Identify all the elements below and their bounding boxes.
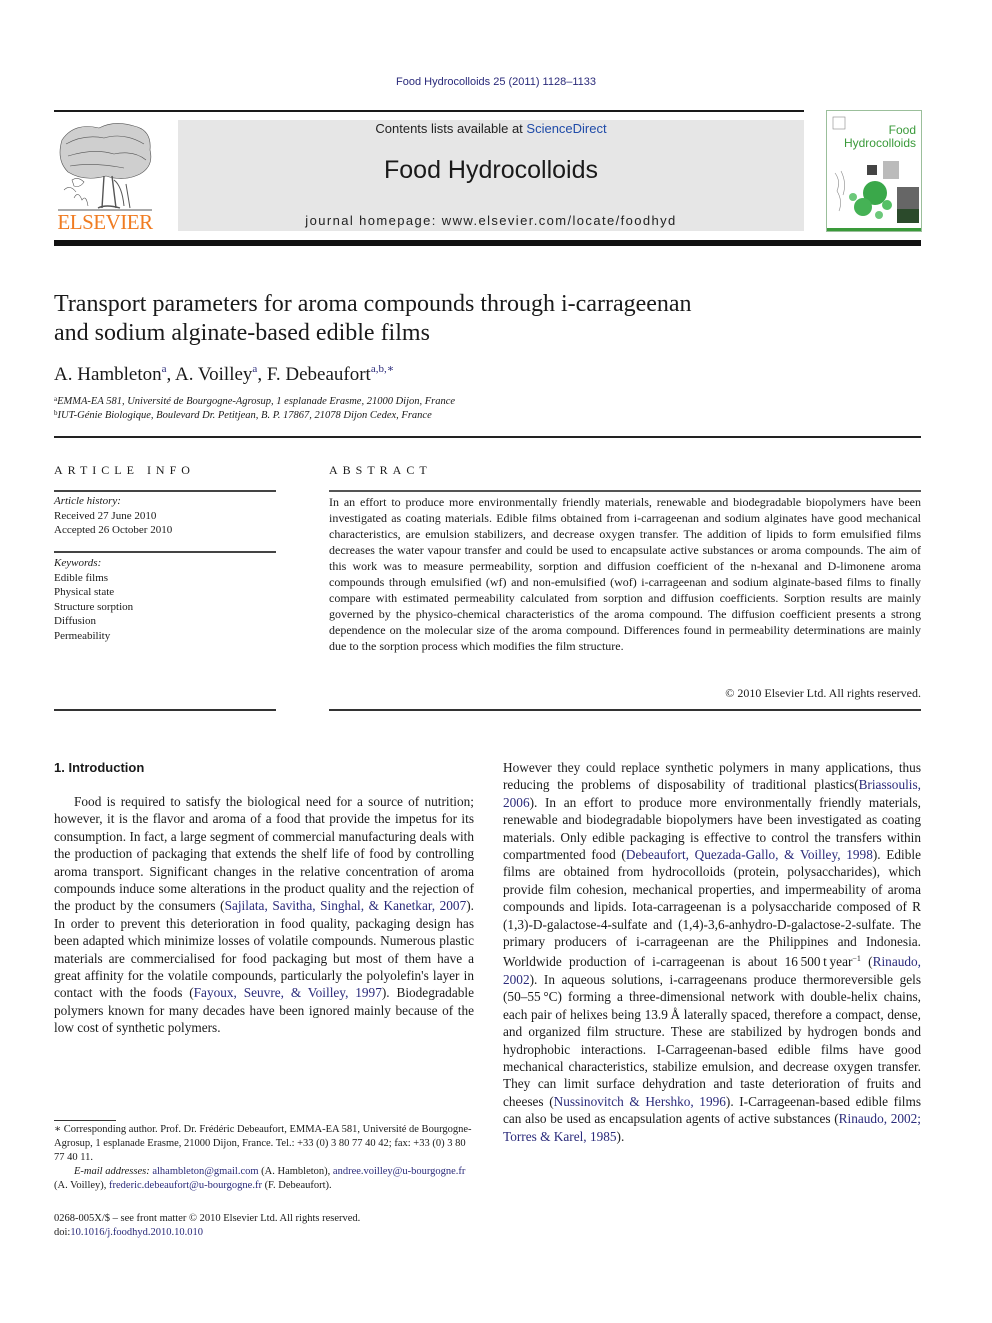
body-text: ). Edible films are obtained from hydroc… bbox=[503, 847, 922, 970]
email-link[interactable]: andree.voilley@u-bourgogne.fr bbox=[333, 1166, 466, 1177]
article-info-rule bbox=[54, 490, 276, 492]
keyword: Permeability bbox=[54, 629, 111, 642]
body-column-right: However they could replace synthetic pol… bbox=[503, 759, 921, 1145]
contents-prefix: Contents lists available at bbox=[375, 121, 527, 136]
journal-citation-header[interactable]: Food Hydrocolloids 25 (2011) 1128–1133 bbox=[0, 76, 992, 88]
cover-title: Food Hydrocolloids bbox=[832, 124, 916, 150]
corresponding-author-footnote: ∗ Corresponding author. Prof. Dr. Frédér… bbox=[54, 1124, 472, 1163]
journal-title: Food Hydrocolloids bbox=[384, 156, 598, 184]
keyword: Diffusion bbox=[54, 615, 96, 627]
contents-availability: Contents lists available at ScienceDirec… bbox=[178, 121, 804, 136]
article-history: Article history: Received 27 June 2010 A… bbox=[54, 494, 172, 538]
abstract-bottom-rule bbox=[329, 709, 921, 711]
journal-homepage-link[interactable]: journal homepage: www.elsevier.com/locat… bbox=[178, 213, 804, 228]
author-list: A. Hambletona, A. Voilleya, F. Debeaufor… bbox=[54, 362, 394, 386]
author-affiliation-mark[interactable]: a,b,∗ bbox=[371, 363, 394, 375]
cover-title-line2: Hydrocolloids bbox=[843, 136, 916, 150]
affiliation-text: IUT-Génie Biologique, Boulevard Dr. Peti… bbox=[57, 410, 432, 421]
email-owner: (A. Hambleton), bbox=[258, 1166, 333, 1177]
author-separator: , bbox=[166, 364, 175, 385]
abstract-top-rule bbox=[329, 490, 921, 492]
keyword: Edible films bbox=[54, 571, 109, 584]
email-link[interactable]: frederic.debeaufort@u-bourgogne.fr bbox=[109, 1180, 262, 1191]
body-text: Food is required to satisfy the biologic… bbox=[54, 794, 474, 914]
article-info-heading: ARTICLE INFO bbox=[54, 463, 195, 477]
body-text: ). In aqueous solutions, i-carrageenans … bbox=[503, 971, 921, 1109]
citation-link[interactable]: Nussinovitch & Hershko, 1996 bbox=[554, 1094, 726, 1109]
email-link[interactable]: alhambleton@gmail.com bbox=[152, 1166, 258, 1177]
citation-link[interactable]: Fayoux, Seuvre, & Voilley, 1997 bbox=[194, 985, 382, 1000]
masthead-bottom-rule bbox=[54, 240, 921, 246]
email-owner: (F. Debeaufort). bbox=[261, 1180, 332, 1191]
history-label: Article history: bbox=[54, 495, 121, 507]
affiliation-text: EMMA-EA 581, Université de Bourgogne-Agr… bbox=[57, 396, 456, 407]
keywords-rule bbox=[54, 551, 276, 553]
author-name[interactable]: A. Voilley bbox=[175, 364, 252, 385]
article-title: Transport parameters for aroma compounds… bbox=[54, 290, 814, 348]
abstract-text: In an effort to produce more environment… bbox=[329, 495, 921, 653]
doi-prefix: doi: bbox=[54, 1227, 71, 1238]
email-footnote: E-mail addresses: alhambleton@gmail.com … bbox=[54, 1165, 474, 1193]
accepted-date: Accepted 26 October 2010 bbox=[54, 524, 173, 536]
body-text: ( bbox=[860, 954, 873, 970]
issn-line: 0268-005X/$ – see front matter © 2010 El… bbox=[54, 1213, 361, 1224]
doi-line: doi:10.1016/j.foodhyd.2010.10.010 bbox=[54, 1226, 203, 1240]
title-line-1: Transport parameters for aroma compounds… bbox=[54, 291, 692, 317]
masthead-top-rule bbox=[54, 110, 804, 112]
section-heading-introduction: 1. Introduction bbox=[54, 760, 145, 775]
author-name[interactable]: F. Debeaufort bbox=[267, 364, 371, 385]
body-column-left: Food is required to satisfy the biologic… bbox=[54, 793, 474, 1037]
doi-link[interactable]: 10.1016/j.foodhyd.2010.10.010 bbox=[70, 1227, 203, 1238]
keyword: Structure sorption bbox=[54, 600, 134, 613]
elsevier-wordmark: ELSEVIER bbox=[57, 210, 153, 234]
author-name[interactable]: A. Hambleton bbox=[54, 364, 162, 385]
citation-link[interactable]: Debeaufort, Quezada-Gallo, & Voilley, 19… bbox=[626, 847, 873, 862]
affiliation: aEMMA-EA 581, Université de Bourgogne-Ag… bbox=[54, 395, 455, 407]
superscript-exponent: −1 bbox=[852, 954, 861, 964]
email-label: E-mail addresses: bbox=[74, 1166, 153, 1177]
title-block-rule bbox=[54, 436, 921, 438]
author-separator: , bbox=[257, 364, 267, 385]
received-date: Received 27 June 2010 bbox=[54, 509, 157, 522]
title-line-2: and sodium alginate-based edible films bbox=[54, 320, 430, 346]
abstract-heading: ABSTRACT bbox=[329, 463, 432, 477]
keywords-block: Keywords: Edible films Physical state St… bbox=[54, 556, 133, 643]
body-text: ). bbox=[616, 1128, 625, 1144]
keywords-label: Keywords: bbox=[54, 557, 102, 569]
footnote-rule bbox=[54, 1120, 116, 1121]
keyword: Physical state bbox=[54, 586, 115, 598]
email-owner: (A. Voilley), bbox=[54, 1180, 110, 1191]
citation-link[interactable]: Sajilata, Savitha, Singhal, & Kanetkar, … bbox=[225, 898, 467, 913]
sciencedirect-link[interactable]: ScienceDirect bbox=[526, 121, 606, 136]
article-info-bottom-rule bbox=[54, 709, 276, 711]
abstract-copyright: © 2010 Elsevier Ltd. All rights reserved… bbox=[725, 686, 921, 700]
affiliation: bIUT-Génie Biologique, Boulevard Dr. Pet… bbox=[54, 409, 432, 421]
